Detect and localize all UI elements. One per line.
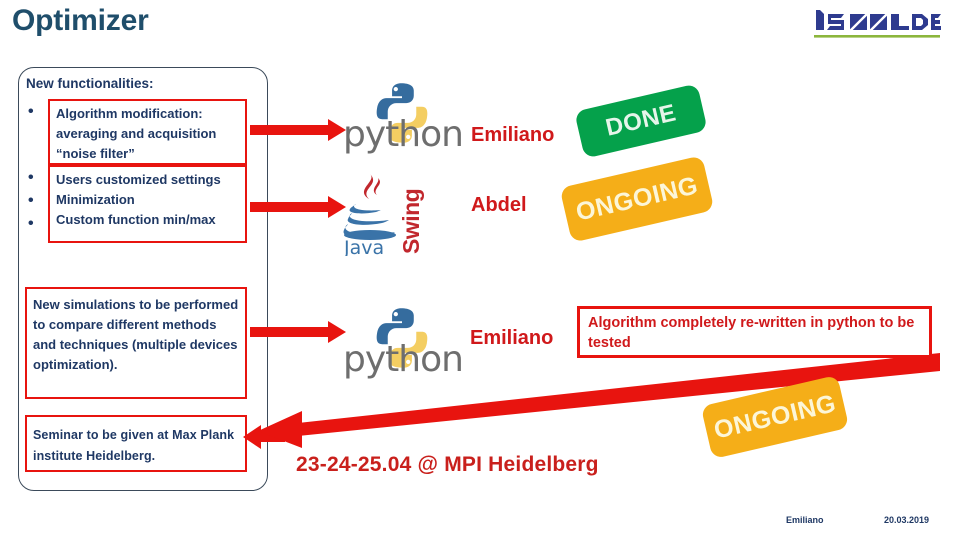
bullet-marker: •	[28, 192, 34, 209]
panel-header: New functionalities:	[26, 76, 154, 91]
functionality-line-minimization: Minimization	[56, 192, 135, 207]
callout-note: Algorithm completely re-written in pytho…	[577, 306, 932, 358]
arrow-right-icon	[250, 119, 346, 141]
swing-wordmark: Swing	[398, 188, 424, 254]
page-title: Optimizer	[12, 4, 149, 37]
status-badge-ongoing: ONGOING	[559, 155, 715, 243]
functionality-line-custom: Custom function min/max	[56, 212, 216, 227]
isolde-logo	[812, 8, 942, 42]
bullet-marker: •	[28, 169, 34, 186]
bullet-marker: •	[28, 103, 34, 120]
footer-author: Emiliano	[786, 515, 824, 525]
footer-date: 20.03.2019	[884, 515, 930, 525]
functionality-box-algorithm: Algorithm modification: averaging and ac…	[48, 99, 247, 165]
owner-name: Abdel	[471, 194, 527, 216]
functionality-line-settings: Users customized settings	[56, 172, 221, 187]
arrow-left-icon	[243, 425, 285, 449]
functionality-box-settings: Users customized settings Minimization C…	[48, 165, 247, 243]
seminar-box: Seminar to be given at Max Plank institu…	[25, 415, 247, 472]
svg-text:Java: Java	[343, 237, 384, 256]
owner-name: Emiliano	[471, 124, 555, 146]
bullet-marker: •	[28, 215, 34, 232]
arrow-right-icon	[250, 321, 346, 343]
status-badge-done: DONE	[574, 83, 708, 159]
svg-text:python: python	[343, 339, 463, 380]
java-logo: Java	[340, 172, 400, 259]
arrow-right-icon	[250, 196, 346, 218]
owner-name: Emiliano	[470, 327, 554, 349]
simulations-box: New simulations to be performed to compa…	[25, 287, 247, 399]
python-logo: python	[343, 307, 465, 385]
svg-text:python: python	[343, 114, 463, 155]
python-logo: python	[343, 82, 465, 160]
status-badge-ongoing: ONGOING	[700, 374, 850, 460]
event-details: 23-24-25.04 @ MPI Heidelberg	[296, 453, 599, 476]
